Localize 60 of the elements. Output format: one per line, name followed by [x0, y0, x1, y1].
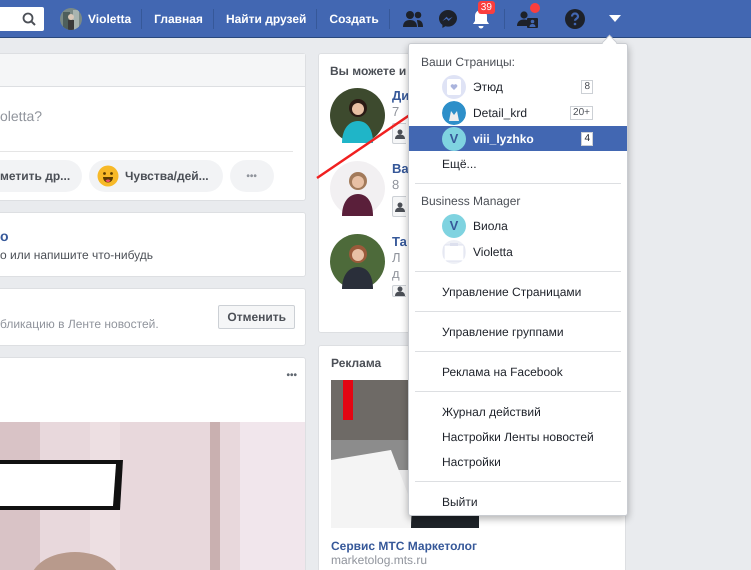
page-avatar: V — [442, 126, 466, 150]
smiley-icon — [97, 165, 119, 187]
cancel-button[interactable]: Отменить — [218, 305, 295, 329]
help-icon[interactable] — [564, 8, 585, 28]
person-info: Л — [392, 250, 401, 266]
add-friend-button[interactable] — [392, 123, 406, 144]
business-menu-item[interactable]: Violetta — [409, 239, 627, 264]
nav-link[interactable]: Создать — [329, 12, 389, 26]
section-title: Вы можете и — [330, 64, 408, 78]
count-badge: 8 — [581, 80, 593, 94]
person-info: 8 — [392, 177, 400, 193]
page-menu-item[interactable]: V viii_lyzhko 4 — [409, 126, 627, 151]
page-menu-item[interactable]: Detail_krd 20+ — [409, 100, 627, 125]
action-button[interactable]: Чувства/дей... — [89, 160, 223, 192]
menu-item[interactable]: Настройки — [409, 450, 627, 474]
ad-headline-link[interactable]: Сервис МТС Маркетолог — [331, 539, 613, 553]
action-button[interactable]: метить др... — [0, 160, 82, 192]
page-menu-item[interactable]: Этюд 8 — [409, 74, 627, 99]
friends-icon[interactable] — [402, 10, 424, 28]
person-info: 7 — [392, 104, 400, 120]
section-title: Реклама — [331, 356, 382, 370]
business-avatar — [442, 240, 466, 264]
more-menu-item[interactable]: Ещё... — [409, 152, 627, 176]
post-menu-button[interactable]: ••• — [286, 370, 297, 381]
page-avatar — [442, 74, 466, 98]
ad-url: marketolog.mts.ru — [331, 553, 428, 567]
caret-icon[interactable] — [608, 14, 621, 22]
business-avatar: V — [442, 214, 466, 238]
menu-item[interactable]: Управление Страницами — [409, 280, 627, 304]
add-friend-button[interactable] — [392, 196, 406, 217]
menu-item[interactable]: Настройки Ленты новостей — [409, 425, 627, 449]
menu-section-header: Ваши Страницы: — [420, 54, 516, 71]
count-badge: 4 — [581, 132, 593, 146]
messenger-icon[interactable] — [438, 8, 458, 28]
person-icon — [395, 128, 405, 138]
menu-item[interactable]: Журнал действий — [409, 400, 627, 424]
person-name-link[interactable]: Та — [392, 234, 407, 250]
person-icon — [395, 202, 405, 212]
menu-item[interactable]: Выйти — [409, 490, 627, 514]
person-info: д — [392, 266, 400, 282]
add-friend-button[interactable] — [392, 285, 406, 297]
nav-link[interactable]: Главная — [154, 12, 213, 26]
menu-item[interactable]: Управление группами — [409, 320, 627, 344]
notification-badge: 39 — [478, 0, 495, 14]
search-icon — [22, 12, 36, 26]
prompt-title: о — [0, 228, 10, 244]
person-name-link[interactable]: Ди — [392, 88, 410, 104]
profile-link[interactable]: Violetta — [88, 12, 142, 26]
business-menu-item[interactable]: V Виола — [409, 213, 627, 238]
menu-section-header: Business Manager — [420, 193, 522, 210]
nav-link[interactable]: Найти друзей — [226, 12, 316, 26]
hidden-post-text: бликацию в Ленте новостей. — [0, 317, 159, 331]
person-name-link[interactable]: Ва — [392, 161, 409, 177]
person-icon — [395, 286, 405, 296]
count-badge: 20+ — [570, 106, 593, 120]
menu-item[interactable]: Реклама на Facebook — [409, 360, 627, 384]
page-avatar — [442, 100, 466, 124]
friend-requests-icon[interactable] — [516, 8, 539, 28]
prompt-text: о или напишите что-нибудь — [0, 248, 154, 262]
search-field[interactable] — [0, 6, 44, 30]
